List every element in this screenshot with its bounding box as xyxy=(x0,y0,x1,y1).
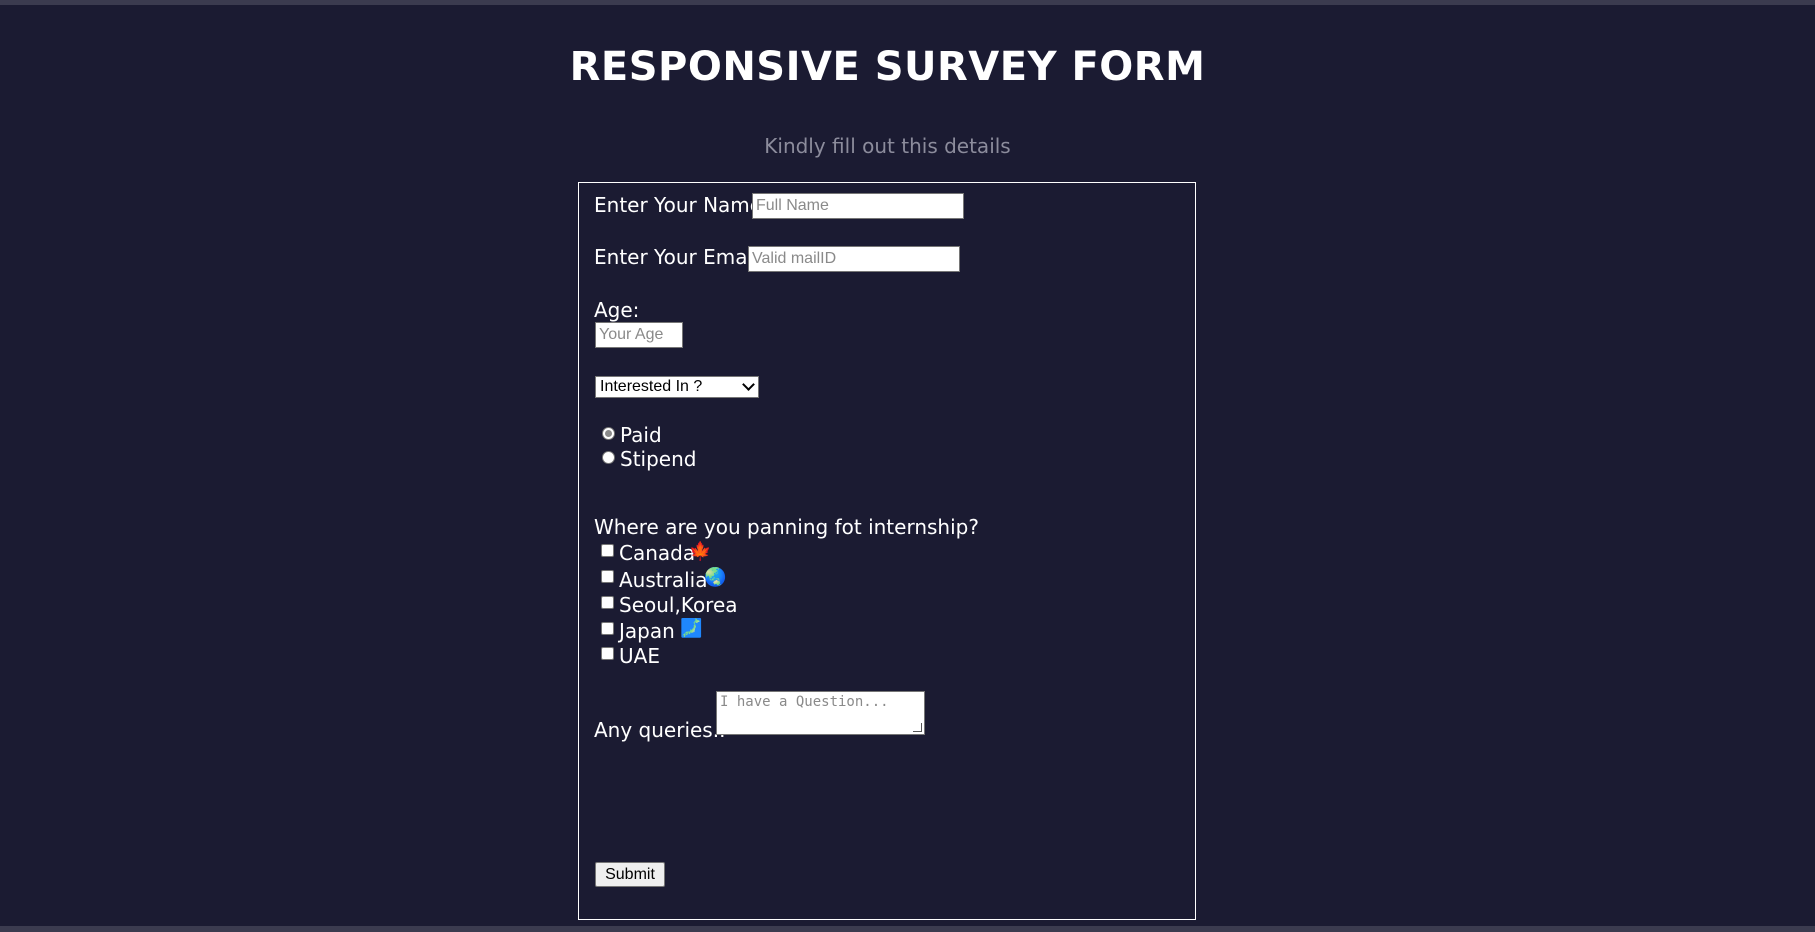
radio-paid-label: Paid xyxy=(620,423,662,447)
checkbox-seoul-korea-label: Seoul,Korea xyxy=(619,593,738,617)
queries-placeholder: I have a Question... xyxy=(720,694,889,710)
top-border xyxy=(0,0,1815,5)
location-question: Where are you panning fot internship? xyxy=(594,515,979,539)
email-label: Enter Your Email: xyxy=(594,245,766,269)
checkbox-seoul-korea[interactable] xyxy=(601,596,614,609)
checkbox-australia-label: Australia xyxy=(619,568,708,592)
queries-label: Any queries.. xyxy=(594,718,726,742)
interest-select-value: Interested In ? xyxy=(600,378,703,395)
checkbox-uae-label: UAE xyxy=(619,644,660,668)
email-input[interactable] xyxy=(748,246,960,272)
age-input[interactable] xyxy=(595,322,683,348)
survey-form: Enter Your Name: Enter Your Email: Age: … xyxy=(578,182,1196,920)
name-input[interactable] xyxy=(752,193,964,219)
bottom-border xyxy=(0,926,1815,932)
name-label: Enter Your Name: xyxy=(594,193,769,217)
resize-handle-icon[interactable] xyxy=(913,723,922,732)
checkbox-canada-label: Canada xyxy=(619,541,696,565)
age-label: Age: xyxy=(594,298,640,322)
page-subtitle: Kindly fill out this details xyxy=(764,134,1011,158)
japan-map-icon: 🗾 xyxy=(680,618,703,639)
checkbox-uae[interactable] xyxy=(601,647,614,660)
checkbox-japan[interactable] xyxy=(601,622,614,635)
chevron-down-icon xyxy=(742,378,755,391)
maple-leaf-icon: 🍁 xyxy=(689,541,712,562)
checkbox-australia[interactable] xyxy=(601,570,614,583)
checkbox-canada[interactable] xyxy=(601,544,614,557)
radio-stipend[interactable] xyxy=(602,451,615,464)
radio-paid[interactable] xyxy=(602,427,615,440)
page-title: RESPONSIVE SURVEY FORM xyxy=(569,44,1206,90)
radio-stipend-label: Stipend xyxy=(620,447,697,471)
submit-button[interactable]: Submit xyxy=(595,862,665,887)
checkbox-japan-label: Japan xyxy=(619,619,675,643)
interest-select[interactable]: Interested In ? xyxy=(595,376,759,398)
globe-icon: 🌏 xyxy=(704,567,727,588)
queries-textarea[interactable]: I have a Question... xyxy=(716,691,925,735)
